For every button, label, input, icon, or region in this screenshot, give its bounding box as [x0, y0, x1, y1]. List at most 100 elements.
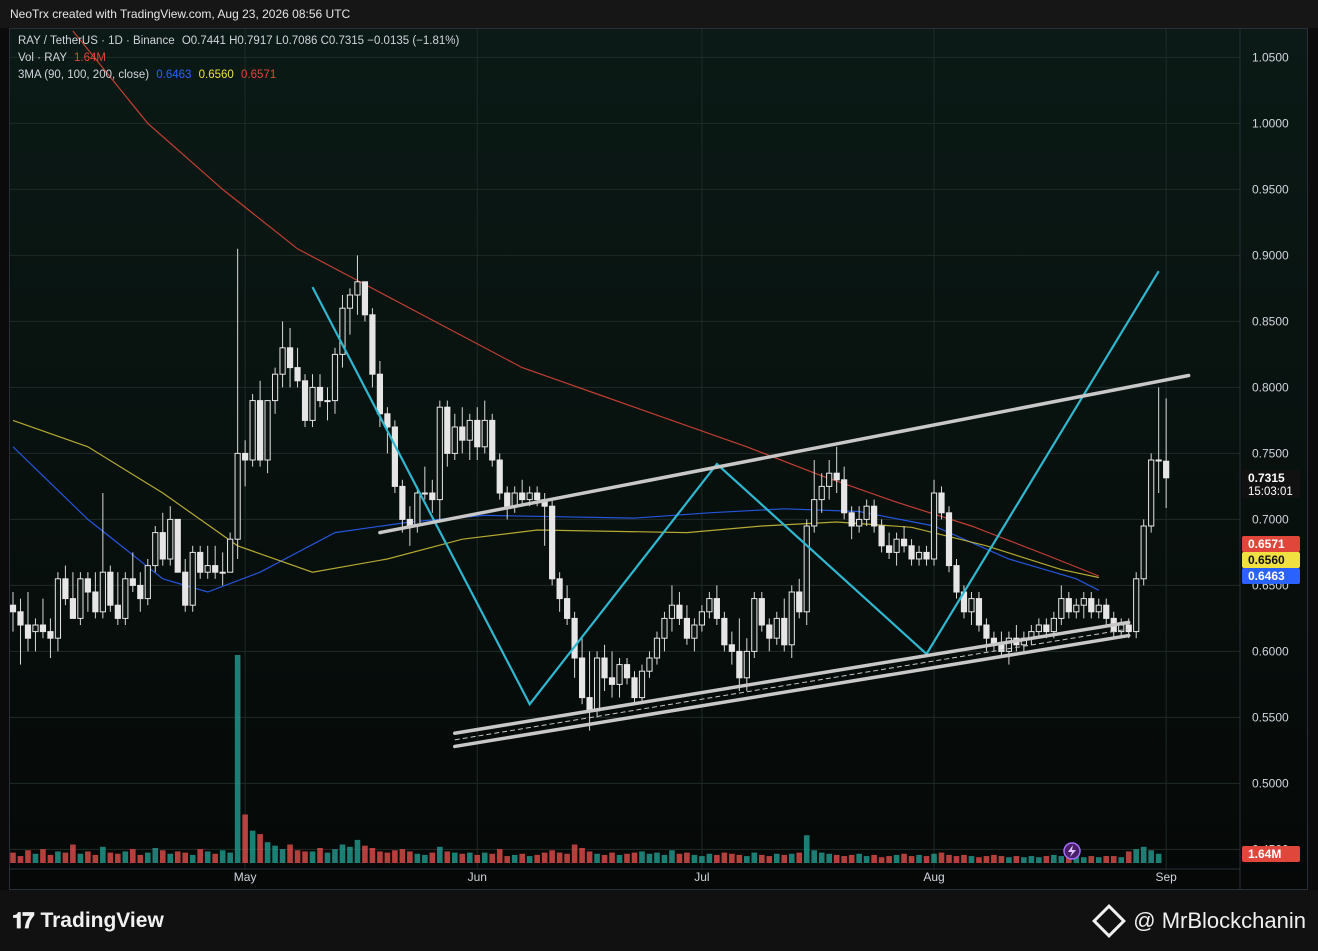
candle-body [264, 400, 271, 461]
volume-bar [579, 847, 585, 863]
legend-ma90-value: 0.6463 [156, 69, 192, 81]
candle-body [504, 492, 511, 507]
volume-bar [976, 857, 982, 863]
volume-bar [1133, 849, 1139, 863]
candle-body [99, 571, 106, 613]
candle-body [556, 578, 563, 600]
volume-bar [362, 845, 368, 863]
candle-body [17, 611, 24, 626]
volume-bar [219, 850, 226, 863]
volume-bar [541, 852, 548, 863]
candle-body [728, 644, 735, 652]
volume-bar [407, 851, 413, 863]
candle-body [923, 551, 930, 560]
volume-bar [481, 852, 488, 863]
volume-bar [85, 851, 91, 863]
volume-bar [429, 852, 436, 863]
candle-body [212, 565, 219, 573]
volume-bar [10, 852, 16, 863]
candle-body [219, 571, 226, 574]
candle-body [1035, 624, 1042, 633]
candle-body [871, 505, 878, 527]
candle-body [608, 677, 616, 685]
candle-body [653, 637, 661, 659]
price-label-text: 0.7315 [1248, 471, 1285, 485]
candle-body [122, 578, 129, 619]
volume-bar [466, 852, 473, 863]
candle-body [466, 419, 473, 441]
price-label-text: 0.6560 [1248, 553, 1285, 567]
volume-bar [571, 844, 578, 863]
candle-body [534, 492, 541, 501]
volume-bar [699, 856, 705, 863]
candle-body [811, 499, 818, 527]
candle-body [945, 512, 953, 567]
volume-bar [863, 856, 870, 863]
candle-body [1148, 459, 1155, 527]
price-chart[interactable]: 1.0500 1.0000 0.9500 0.9000 0.8500 0.8000 0.75… [10, 29, 1308, 890]
candle-body [1073, 604, 1080, 613]
volume-bar [17, 856, 24, 863]
x-tick-label: Jun [468, 870, 487, 884]
candle-body [638, 670, 646, 699]
volume-bar [1043, 856, 1050, 863]
legend-ma-label[interactable]: 3MA (90, 100, 200, close) [18, 69, 149, 81]
legend-ma200-value: 0.6571 [241, 69, 277, 81]
candle-body [1095, 604, 1102, 613]
volume-bar [1028, 856, 1035, 863]
binance-diamond-icon [1092, 904, 1127, 938]
volume-bar [916, 854, 922, 863]
candle-body [900, 538, 908, 547]
candle-body [107, 571, 114, 606]
y-tick-label: 0.9500 [1252, 182, 1289, 196]
volume-bar [332, 849, 338, 863]
volume-bar [130, 849, 136, 863]
volume-bar [422, 854, 428, 863]
volume-bar [444, 851, 451, 863]
volume-bar [848, 854, 855, 863]
tradingview-logo[interactable]: 𝟏𝟕 TradingView [12, 908, 164, 934]
candle-body [376, 373, 384, 415]
tradingview-brand: TradingView [40, 909, 164, 932]
candle-body [983, 624, 990, 639]
volume-bar [766, 856, 773, 863]
volume-bar [1095, 857, 1102, 863]
volume-bar [676, 853, 683, 863]
volume-bar [586, 851, 593, 863]
volume-bar [1006, 857, 1012, 863]
volume-bar [998, 856, 1005, 863]
volume-bar [339, 844, 346, 863]
candle-body [32, 624, 39, 633]
volume-bar [197, 849, 203, 863]
candle-body [114, 604, 121, 619]
x-tick-label: Aug [923, 870, 944, 884]
volume-bar [40, 849, 46, 863]
volume-bar [556, 852, 563, 863]
y-tick-label: 0.8500 [1252, 314, 1289, 328]
y-tick-label: 0.8000 [1252, 380, 1289, 394]
candle-body [564, 598, 571, 619]
legend-symbol[interactable]: RAY / TetherUS · 1D · Binance [18, 35, 175, 47]
volume-bar [294, 850, 301, 863]
volume-bar [878, 857, 885, 863]
candle-body [758, 598, 765, 626]
candle-body [668, 604, 676, 619]
candle-body [751, 598, 758, 652]
candle-body [1163, 460, 1170, 479]
volume-bar [317, 847, 323, 863]
candle-body [1133, 578, 1140, 633]
legend-volume-label[interactable]: Vol · RAY [18, 52, 67, 64]
candle-body [766, 624, 773, 639]
volume-bar [1013, 856, 1020, 863]
candle-body [743, 650, 750, 679]
candle-body [159, 532, 166, 560]
candle-body [39, 624, 47, 633]
volume-bar [227, 852, 233, 863]
chart-frame[interactable]: 1.0500 1.0000 0.9500 0.9000 0.8500 0.8000 0.75… [9, 28, 1308, 890]
volume-bar [519, 853, 525, 863]
candle-body [616, 664, 623, 685]
candle-body [489, 419, 496, 461]
lightning-icon[interactable] [1063, 842, 1081, 860]
candle-body [796, 591, 803, 613]
candle-body [856, 518, 863, 527]
